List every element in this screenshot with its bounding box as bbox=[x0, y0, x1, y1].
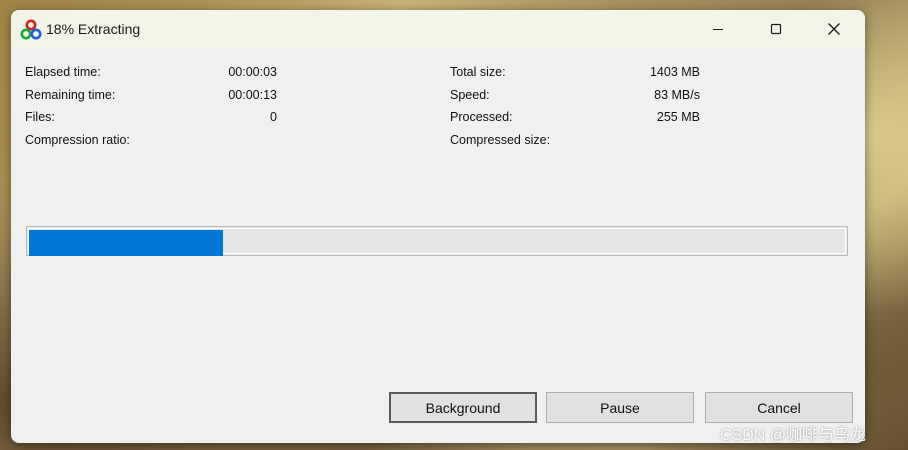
stat-value: 00:00:03 bbox=[228, 65, 277, 79]
stat-elapsed-time: Elapsed time: 00:00:03 bbox=[25, 65, 281, 83]
stat-total-size: Total size: 1403 MB bbox=[450, 65, 706, 83]
maximize-icon bbox=[770, 23, 782, 35]
stat-compressed-size: Compressed size: bbox=[450, 133, 706, 151]
stat-value: 00:00:13 bbox=[228, 88, 277, 102]
stat-label: Compression ratio: bbox=[25, 133, 130, 147]
stat-value: 1403 MB bbox=[649, 65, 700, 79]
stat-label: Total size: bbox=[450, 65, 506, 79]
stat-label: Compressed size: bbox=[450, 133, 551, 147]
7zip-extract-icon bbox=[20, 19, 42, 40]
stat-value: 255 MB bbox=[656, 110, 700, 124]
progress-bar-fill bbox=[29, 230, 223, 256]
stat-label: Remaining time: bbox=[25, 88, 116, 102]
stats-left-column: Elapsed time: 00:00:03 Remaining time: 0… bbox=[25, 65, 281, 155]
close-button[interactable] bbox=[805, 10, 863, 48]
progress-bar bbox=[26, 226, 848, 256]
minimize-icon bbox=[713, 29, 723, 30]
stat-value: 0 bbox=[270, 110, 277, 124]
stat-label: Processed: bbox=[450, 110, 513, 124]
stat-compression-ratio: Compression ratio: bbox=[25, 133, 281, 151]
cancel-button[interactable]: Cancel bbox=[705, 392, 853, 423]
stat-label: Speed: bbox=[450, 88, 490, 102]
extract-progress-window: 18% Extracting Elapsed time: 00:00:03 Re… bbox=[11, 10, 865, 443]
stats-right-column: Total size: 1403 MB Speed: 83 MB/s Proce… bbox=[450, 65, 706, 155]
stat-label: Files: bbox=[25, 110, 55, 124]
title-bar[interactable]: 18% Extracting bbox=[11, 10, 865, 48]
window-title: 18% Extracting bbox=[46, 21, 141, 37]
minimize-button[interactable] bbox=[689, 10, 747, 48]
maximize-button[interactable] bbox=[747, 10, 805, 48]
stat-processed: Processed: 255 MB bbox=[450, 110, 706, 128]
stat-files: Files: 0 bbox=[25, 110, 281, 128]
watermark-text: CSDN @咖啡与乌龙 bbox=[720, 427, 867, 444]
close-icon bbox=[828, 23, 840, 35]
pause-button[interactable]: Pause bbox=[546, 392, 694, 423]
background-button[interactable]: Background bbox=[389, 392, 537, 423]
stat-value: 83 MB/s bbox=[654, 88, 700, 102]
stat-speed: Speed: 83 MB/s bbox=[450, 88, 706, 106]
stat-label: Elapsed time: bbox=[25, 65, 101, 79]
stat-remaining-time: Remaining time: 00:00:13 bbox=[25, 88, 281, 106]
